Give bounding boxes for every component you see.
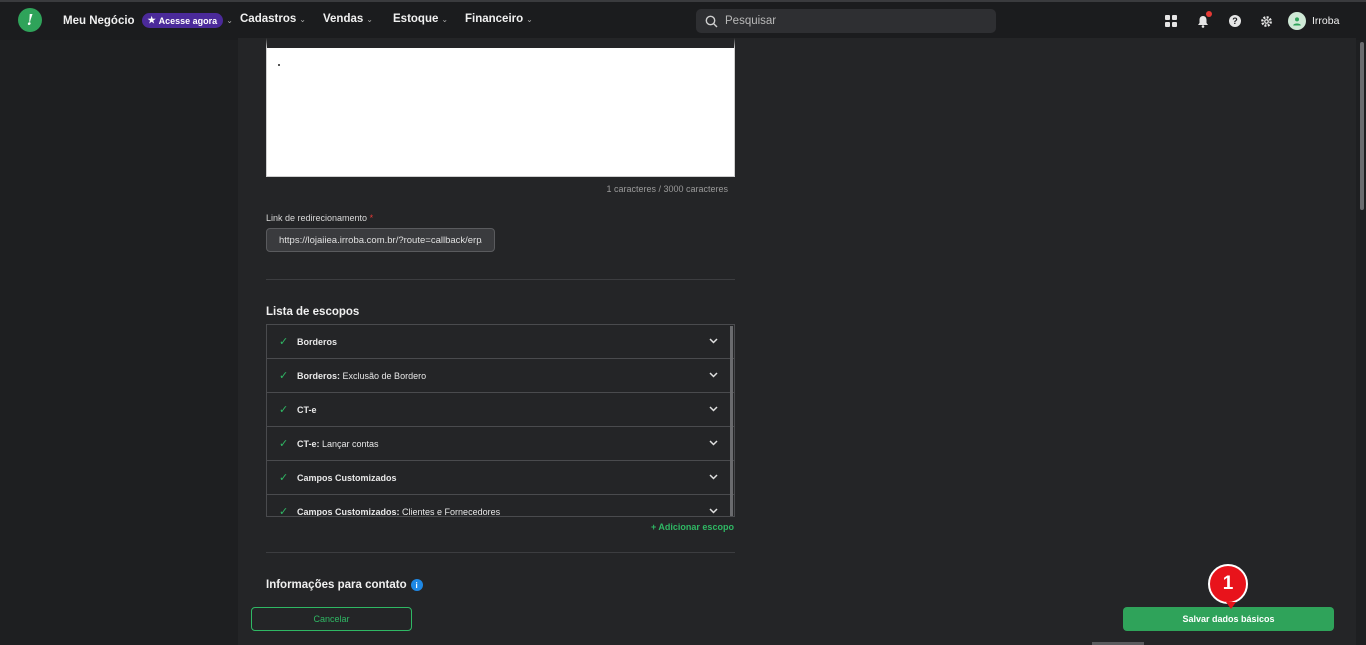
scope-label: Campos Customizados: Clientes e Forneced… xyxy=(297,507,500,517)
notification-dot xyxy=(1206,11,1212,17)
check-icon: ✓ xyxy=(279,472,289,484)
scopes-title-text: Lista de escopos xyxy=(266,306,360,318)
check-icon: ✓ xyxy=(279,336,289,348)
scopes-section-title: Lista de escopos xyxy=(266,306,359,318)
redirect-link-input[interactable] xyxy=(266,228,495,252)
chevron-down-icon: ⌄ xyxy=(299,14,306,24)
scope-label: CT-e: Lançar contas xyxy=(297,439,379,449)
redirect-link-label-text: Link de redirecionamento xyxy=(266,213,368,223)
scope-detail: Lançar contas xyxy=(322,438,379,449)
contact-section-title: Informações para contato i xyxy=(266,579,423,591)
page-scrollbar-thumb[interactable] xyxy=(1360,42,1364,210)
scope-item[interactable]: ✓ CT-e xyxy=(267,393,734,427)
char-counter: 1 caracteres / 3000 caracteres xyxy=(606,184,728,194)
scope-list-scrollbar[interactable] xyxy=(730,326,733,516)
scope-item[interactable]: ✓ CT-e: Lançar contas xyxy=(267,427,734,461)
scope-name: Campos Customizados xyxy=(297,472,397,483)
user-icon xyxy=(1293,17,1301,26)
nav-financeiro-label: Financeiro xyxy=(465,13,524,25)
section-divider xyxy=(266,552,735,553)
save-basic-data-button[interactable]: Salvar dados básicos xyxy=(1123,607,1334,631)
chevron-down-icon[interactable] xyxy=(709,336,718,346)
nav-estoque[interactable]: Estoque ⌄ xyxy=(393,13,448,25)
nav-estoque-label: Estoque xyxy=(393,13,439,25)
chevron-down-icon[interactable] xyxy=(709,438,718,448)
chevron-down-icon[interactable] xyxy=(709,370,718,380)
bell-icon[interactable] xyxy=(1196,11,1212,28)
description-textarea[interactable] xyxy=(266,38,735,177)
chevron-down-icon: ⌄ xyxy=(226,16,233,25)
scope-item[interactable]: ✓ Campos Customizados xyxy=(267,461,734,495)
access-now-label: Acesse agora xyxy=(158,15,218,26)
scope-label: Borderos: Exclusão de Bordero xyxy=(297,371,426,381)
scope-name: CT-e: xyxy=(297,438,320,449)
scope-detail: Clientes e Fornecedores xyxy=(402,506,501,517)
scope-name: Borderos xyxy=(297,336,338,347)
required-marker: * xyxy=(369,213,374,223)
info-icon[interactable]: i xyxy=(410,579,423,591)
star-icon: ★ xyxy=(147,15,156,25)
chevron-down-icon[interactable] xyxy=(709,404,718,414)
apps-icon[interactable] xyxy=(1164,14,1178,28)
help-icon[interactable]: ? xyxy=(1228,14,1242,28)
section-divider xyxy=(266,279,735,280)
user-avatar[interactable] xyxy=(1288,12,1306,30)
step-marker-pointer xyxy=(1226,602,1236,609)
nav-cadastros-label: Cadastros xyxy=(240,13,297,25)
scope-list[interactable]: ✓ Borderos ✓ Borderos: Exclusão de Borde… xyxy=(266,324,735,517)
scope-label: Campos Customizados xyxy=(297,473,397,483)
redirect-link-label: Link de redirecionamento * xyxy=(266,213,373,223)
scope-name: CT-e xyxy=(297,404,317,415)
step-number-marker: 1 xyxy=(1208,564,1248,604)
nav-meu-negocio[interactable]: Meu Negócio ★ Acesse agora ⌄ xyxy=(63,13,233,28)
chevron-down-icon: ⌄ xyxy=(441,14,449,24)
chevron-down-icon: ⌄ xyxy=(526,14,533,24)
nav-vendas[interactable]: Vendas ⌄ xyxy=(323,13,373,25)
scope-label: Borderos xyxy=(297,337,337,347)
scope-item[interactable]: ✓ Campos Customizados: Clientes e Fornec… xyxy=(267,495,734,517)
top-navbar: ! Meu Negócio ★ Acesse agora ⌄ Cadastros… xyxy=(0,0,1366,40)
nav-meu-negocio-label: Meu Negócio xyxy=(63,14,135,27)
contact-title-text: Informações para contato xyxy=(266,579,407,591)
check-icon: ✓ xyxy=(279,506,289,517)
scope-item[interactable]: ✓ Borderos xyxy=(267,325,734,359)
search-bar[interactable]: Pesquisar xyxy=(696,9,996,33)
chevron-down-icon[interactable] xyxy=(709,506,718,516)
scope-label: CT-e xyxy=(297,405,317,415)
nav-cadastros[interactable]: Cadastros ⌄ xyxy=(240,13,306,25)
chevron-down-icon: ⌄ xyxy=(366,14,373,24)
svg-text:?: ? xyxy=(1232,16,1238,26)
scope-name: Borderos: xyxy=(297,370,341,381)
access-now-badge[interactable]: ★ Acesse agora xyxy=(141,13,224,28)
gear-icon[interactable] xyxy=(1259,14,1273,28)
chevron-down-icon[interactable] xyxy=(709,472,718,482)
search-icon xyxy=(705,15,718,27)
scope-item[interactable]: ✓ Borderos: Exclusão de Bordero xyxy=(267,359,734,393)
add-scope-link[interactable]: + Adicionar escopo xyxy=(651,522,734,532)
nav-financeiro[interactable]: Financeiro ⌄ xyxy=(465,13,533,25)
scope-name: Campos Customizados: xyxy=(297,506,400,517)
text-caret xyxy=(278,64,280,66)
check-icon: ✓ xyxy=(279,438,289,450)
app-logo[interactable]: ! xyxy=(18,8,42,32)
check-icon: ✓ xyxy=(279,404,289,416)
check-icon: ✓ xyxy=(279,370,289,382)
search-placeholder: Pesquisar xyxy=(725,15,777,27)
scope-detail: Exclusão de Bordero xyxy=(342,370,427,381)
user-name[interactable]: Irroba xyxy=(1312,15,1339,27)
nav-vendas-label: Vendas xyxy=(323,13,364,25)
cancel-button[interactable]: Cancelar xyxy=(251,607,412,631)
